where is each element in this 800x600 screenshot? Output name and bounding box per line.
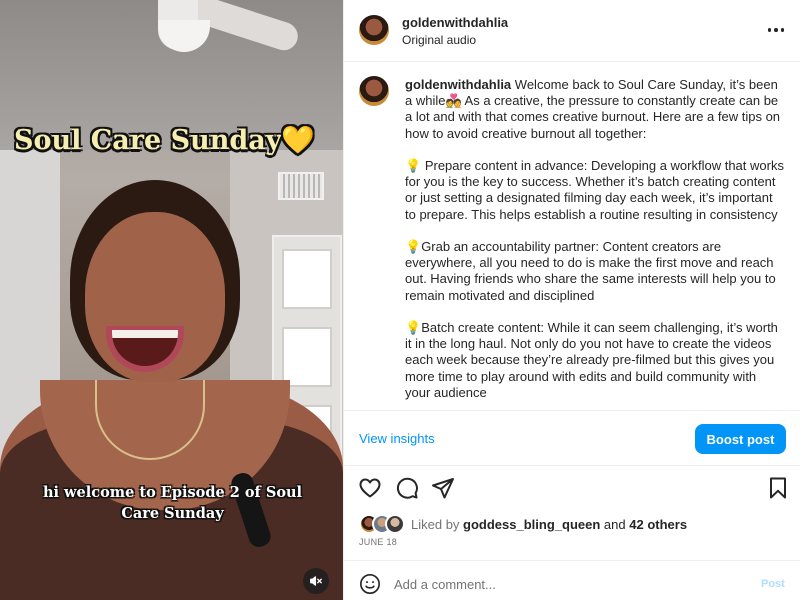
caption-tip: Grab an accountability partner: Content … bbox=[405, 239, 776, 303]
door-panel bbox=[282, 249, 332, 309]
more-horizontal-icon bbox=[774, 28, 778, 32]
caption-area: goldenwithdahlia Welcome back to Soul Ca… bbox=[344, 63, 800, 408]
liked-by-prefix: Liked by bbox=[411, 517, 460, 532]
video-subtitle: hi welcome to Episode 2 of Soul Care Sun… bbox=[42, 484, 303, 522]
avatar[interactable] bbox=[359, 15, 389, 45]
lightbulb-icon: 💡 bbox=[405, 239, 422, 254]
caption-tip: Batch create content: While it can seem … bbox=[405, 320, 778, 400]
likes-count-link[interactable]: 42 others bbox=[629, 517, 687, 532]
volume-muted-icon bbox=[310, 576, 322, 586]
caption-text: goldenwithdahlia Welcome back to Soul Ca… bbox=[405, 77, 785, 408]
boost-post-button[interactable]: Boost post bbox=[695, 424, 786, 454]
comment-input[interactable] bbox=[394, 572, 734, 596]
emoji-icon bbox=[360, 574, 380, 594]
likes-summary: Liked by goddess_bling_queen and 42 othe… bbox=[359, 514, 789, 536]
insights-bar: View insights Boost post bbox=[344, 410, 800, 466]
comment-button[interactable] bbox=[395, 476, 419, 500]
action-bar bbox=[344, 470, 800, 506]
emoji-button[interactable] bbox=[359, 573, 381, 595]
bookmark-icon bbox=[770, 477, 786, 499]
audio-link[interactable]: Original audio bbox=[402, 33, 476, 47]
liker-username[interactable]: goddess_bling_queen bbox=[463, 517, 600, 532]
reel-video[interactable]: Soul Care Sunday💛 hi welcome to Episode … bbox=[0, 0, 343, 600]
lightbulb-icon: 💡 bbox=[405, 320, 422, 335]
video-title-text: Soul Care Sunday bbox=[14, 125, 282, 156]
caption-username[interactable]: goldenwithdahlia bbox=[405, 77, 511, 92]
post-username[interactable]: goldenwithdahlia bbox=[402, 15, 508, 30]
save-button[interactable] bbox=[766, 476, 790, 500]
post-side-panel: goldenwithdahlia Original audio goldenwi… bbox=[343, 0, 800, 600]
share-icon bbox=[432, 478, 454, 499]
comment-icon bbox=[396, 477, 418, 499]
more-horizontal-icon bbox=[780, 28, 785, 32]
door-panel bbox=[282, 327, 332, 387]
post-date[interactable]: JUNE 18 bbox=[359, 537, 397, 547]
post-header: goldenwithdahlia Original audio bbox=[344, 0, 800, 62]
share-button[interactable] bbox=[431, 476, 455, 500]
air-vent bbox=[278, 172, 324, 200]
more-horizontal-icon bbox=[767, 28, 772, 32]
mute-button[interactable] bbox=[303, 568, 329, 594]
heart-icon bbox=[359, 478, 381, 498]
comment-bar: Post bbox=[344, 560, 800, 600]
avatar[interactable] bbox=[359, 76, 389, 106]
caption-tip: Prepare content in advance: Developing a… bbox=[405, 158, 784, 222]
post-comment-button[interactable]: Post bbox=[761, 578, 785, 590]
like-button[interactable] bbox=[358, 476, 382, 500]
liked-by-joiner: and bbox=[603, 517, 626, 532]
video-title-overlay: Soul Care Sunday💛 bbox=[14, 124, 315, 156]
liker-avatars bbox=[359, 514, 407, 534]
yellow-heart-emoji: 💛 bbox=[281, 125, 316, 156]
liked-by-text: Liked by goddess_bling_queen and 42 othe… bbox=[411, 517, 687, 532]
view-insights-link[interactable]: View insights bbox=[359, 431, 435, 446]
lightbulb-icon: 💡 bbox=[405, 158, 422, 173]
avatar[interactable] bbox=[385, 514, 405, 534]
more-options-button[interactable] bbox=[766, 22, 786, 38]
